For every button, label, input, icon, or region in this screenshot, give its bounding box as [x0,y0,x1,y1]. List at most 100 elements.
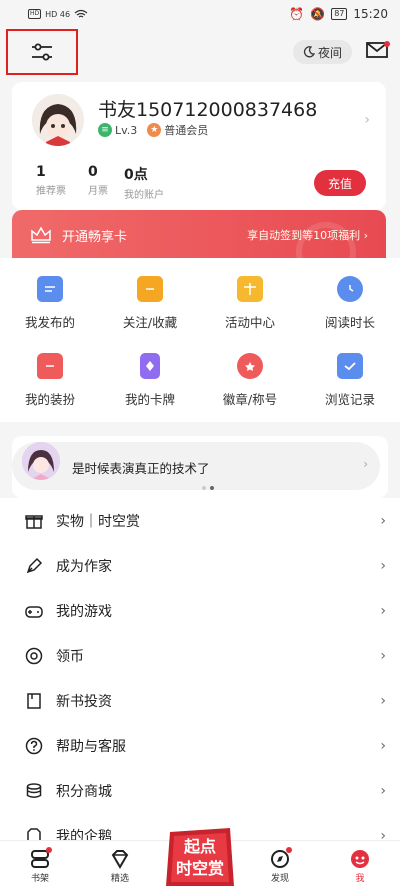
level-badge[interactable]: ≡ Lv.3 [98,123,137,137]
member-text: 普通会员 [164,124,209,137]
stat-recommend[interactable]: 1 推荐票 [36,164,66,197]
grid-item-history[interactable]: 浏览记录 [300,353,400,408]
menu-item-coins[interactable]: 领币 › [0,633,400,678]
grid-label: 浏览记录 [324,392,375,407]
stat-monthly[interactable]: 0 月票 [88,164,108,197]
grid-item-badges[interactable]: 徽章/称号 [200,353,300,408]
grid-item-activity[interactable]: 活动中心 [200,276,300,331]
recommend-banner[interactable]: 是时候表演真正的技术了 › [12,442,380,490]
stat-account[interactable]: 0点 我的账户 [124,164,164,201]
member-badge[interactable]: ★ 普通会员 [147,122,208,138]
chevron-right-icon: › [380,557,386,574]
grid-item-cards[interactable]: 我的卡牌 [100,353,200,408]
nav-me[interactable]: 我 [320,841,400,888]
night-mode-button[interactable]: 夜间 [292,40,352,64]
menu-item-help[interactable]: 帮助与客服 › [0,723,400,768]
stat-label: 推荐票 [36,186,66,197]
stat-label: 月票 [88,186,108,197]
grid-item-reading-time[interactable]: 阅读时长 [300,276,400,331]
chevron-right-icon: › [363,457,368,471]
wifi-icon [74,9,88,18]
notification-dot [46,847,52,853]
grid-label: 我的装扮 [24,392,75,407]
chevron-right-icon: › [380,782,386,799]
nav-discover[interactable]: 发现 [240,841,320,888]
menu-item-invest[interactable]: 新书投资 › [0,678,400,723]
battery-indicator: 87 [331,8,348,20]
menu-label: 帮助与客服 [56,738,126,755]
history-icon [337,353,363,379]
gamepad-icon [24,601,44,621]
promo-icon: 起点 时空赏 [166,828,234,886]
alarm-icon: ⏰ [289,7,305,21]
grid-item-posts[interactable]: 我发布的 [0,276,100,331]
menu-item-author[interactable]: 成为作家 › [0,543,400,588]
menu-item-prize[interactable]: 实物｜时空赏 › [0,498,400,543]
notification-dot [286,847,292,853]
folder-icon [137,276,163,302]
top-actions: 夜间 [292,40,390,64]
vip-banner[interactable]: 开通畅享卡 享自动签到等10项福利 › [12,210,386,262]
character-image [22,442,60,480]
mail-badge [384,41,390,47]
book-invest-icon [24,691,44,711]
menu-list: 实物｜时空赏 › 成为作家 › 我的游戏 › 领币 › 新书投资 › 帮助与客服 [0,498,400,840]
messages-button[interactable] [366,41,390,63]
chevron-right-icon: › [364,112,370,128]
menu-label: 领币 [56,648,84,665]
status-bar: HD HD 46 ⏰ 🔕 87 15:20 [0,0,400,28]
chevron-right-icon: › [380,512,386,529]
badges: ≡ Lv.3 ★ 普通会员 [98,122,208,138]
level-text: Lv.3 [115,123,138,137]
night-mode-label: 夜间 [317,45,342,60]
nav-bookshelf[interactable]: 书架 [0,841,80,888]
pen-icon [24,556,44,576]
chevron-right-icon: › [380,692,386,709]
grid-item-follow[interactable]: 关注/收藏 [100,276,200,331]
recommend-text: 是时候表演真正的技术了 [72,461,210,476]
grid-label: 关注/收藏 [122,315,178,330]
gift-box-icon [237,276,263,302]
feature-grid: 我发布的 关注/收藏 活动中心 阅读时长 我的装扮 我的卡牌 徽章/称号 浏览记… [0,258,400,422]
stat-value: 1 [36,164,46,180]
top-bar: 夜间 [0,28,400,76]
signal-text: HD 46 [45,9,71,19]
chat-icon [37,276,63,302]
grid-label: 阅读时长 [324,315,375,330]
diamond-icon [111,850,129,869]
menu-item-points-mall[interactable]: 积分商城 › [0,768,400,813]
mute-icon: 🔕 [310,7,326,21]
chevron-right-icon: › [380,737,386,754]
settings-button[interactable] [6,29,78,75]
nav-label: 精选 [110,874,129,884]
nav-label: 发现 [270,874,289,884]
crown-icon [31,226,51,244]
me-icon [351,850,369,868]
menu-label: 实物｜时空赏 [56,513,140,530]
recommend-card[interactable]: 是时候表演真正的技术了 › [12,436,388,498]
nav-featured[interactable]: 精选 [80,841,160,888]
menu-item-games[interactable]: 我的游戏 › [0,588,400,633]
profile-card[interactable]: 书友150712000837468 ≡ Lv.3 ★ 普通会员 › 1 推荐票 … [12,82,386,210]
points-mall-icon [24,781,44,801]
card-icon [140,353,160,379]
avatar[interactable] [32,94,84,146]
menu-label: 积分商城 [56,783,112,800]
clock-time: 15:20 [353,7,388,21]
vip-desc-text: 享自动签到等10项福利 [247,229,361,242]
stat-label: 我的账户 [124,190,164,201]
menu-label: 成为作家 [56,558,112,575]
recharge-button[interactable]: 充值 [314,170,366,196]
grid-label: 我发布的 [24,315,75,330]
chevron-right-icon: › [380,602,386,619]
signal-icon: HD [28,9,42,19]
clock-icon [337,276,363,302]
vip-title: 开通畅享卡 [62,230,128,245]
grid-label: 我的卡牌 [124,392,175,407]
grid-item-outfit[interactable]: 我的装扮 [0,353,100,408]
promo-badge[interactable]: 起点 时空赏 [162,826,238,888]
level-icon: ≡ [98,123,112,137]
carousel-dot [202,486,206,490]
coin-icon [24,646,44,666]
recommend-avatar [22,442,60,480]
